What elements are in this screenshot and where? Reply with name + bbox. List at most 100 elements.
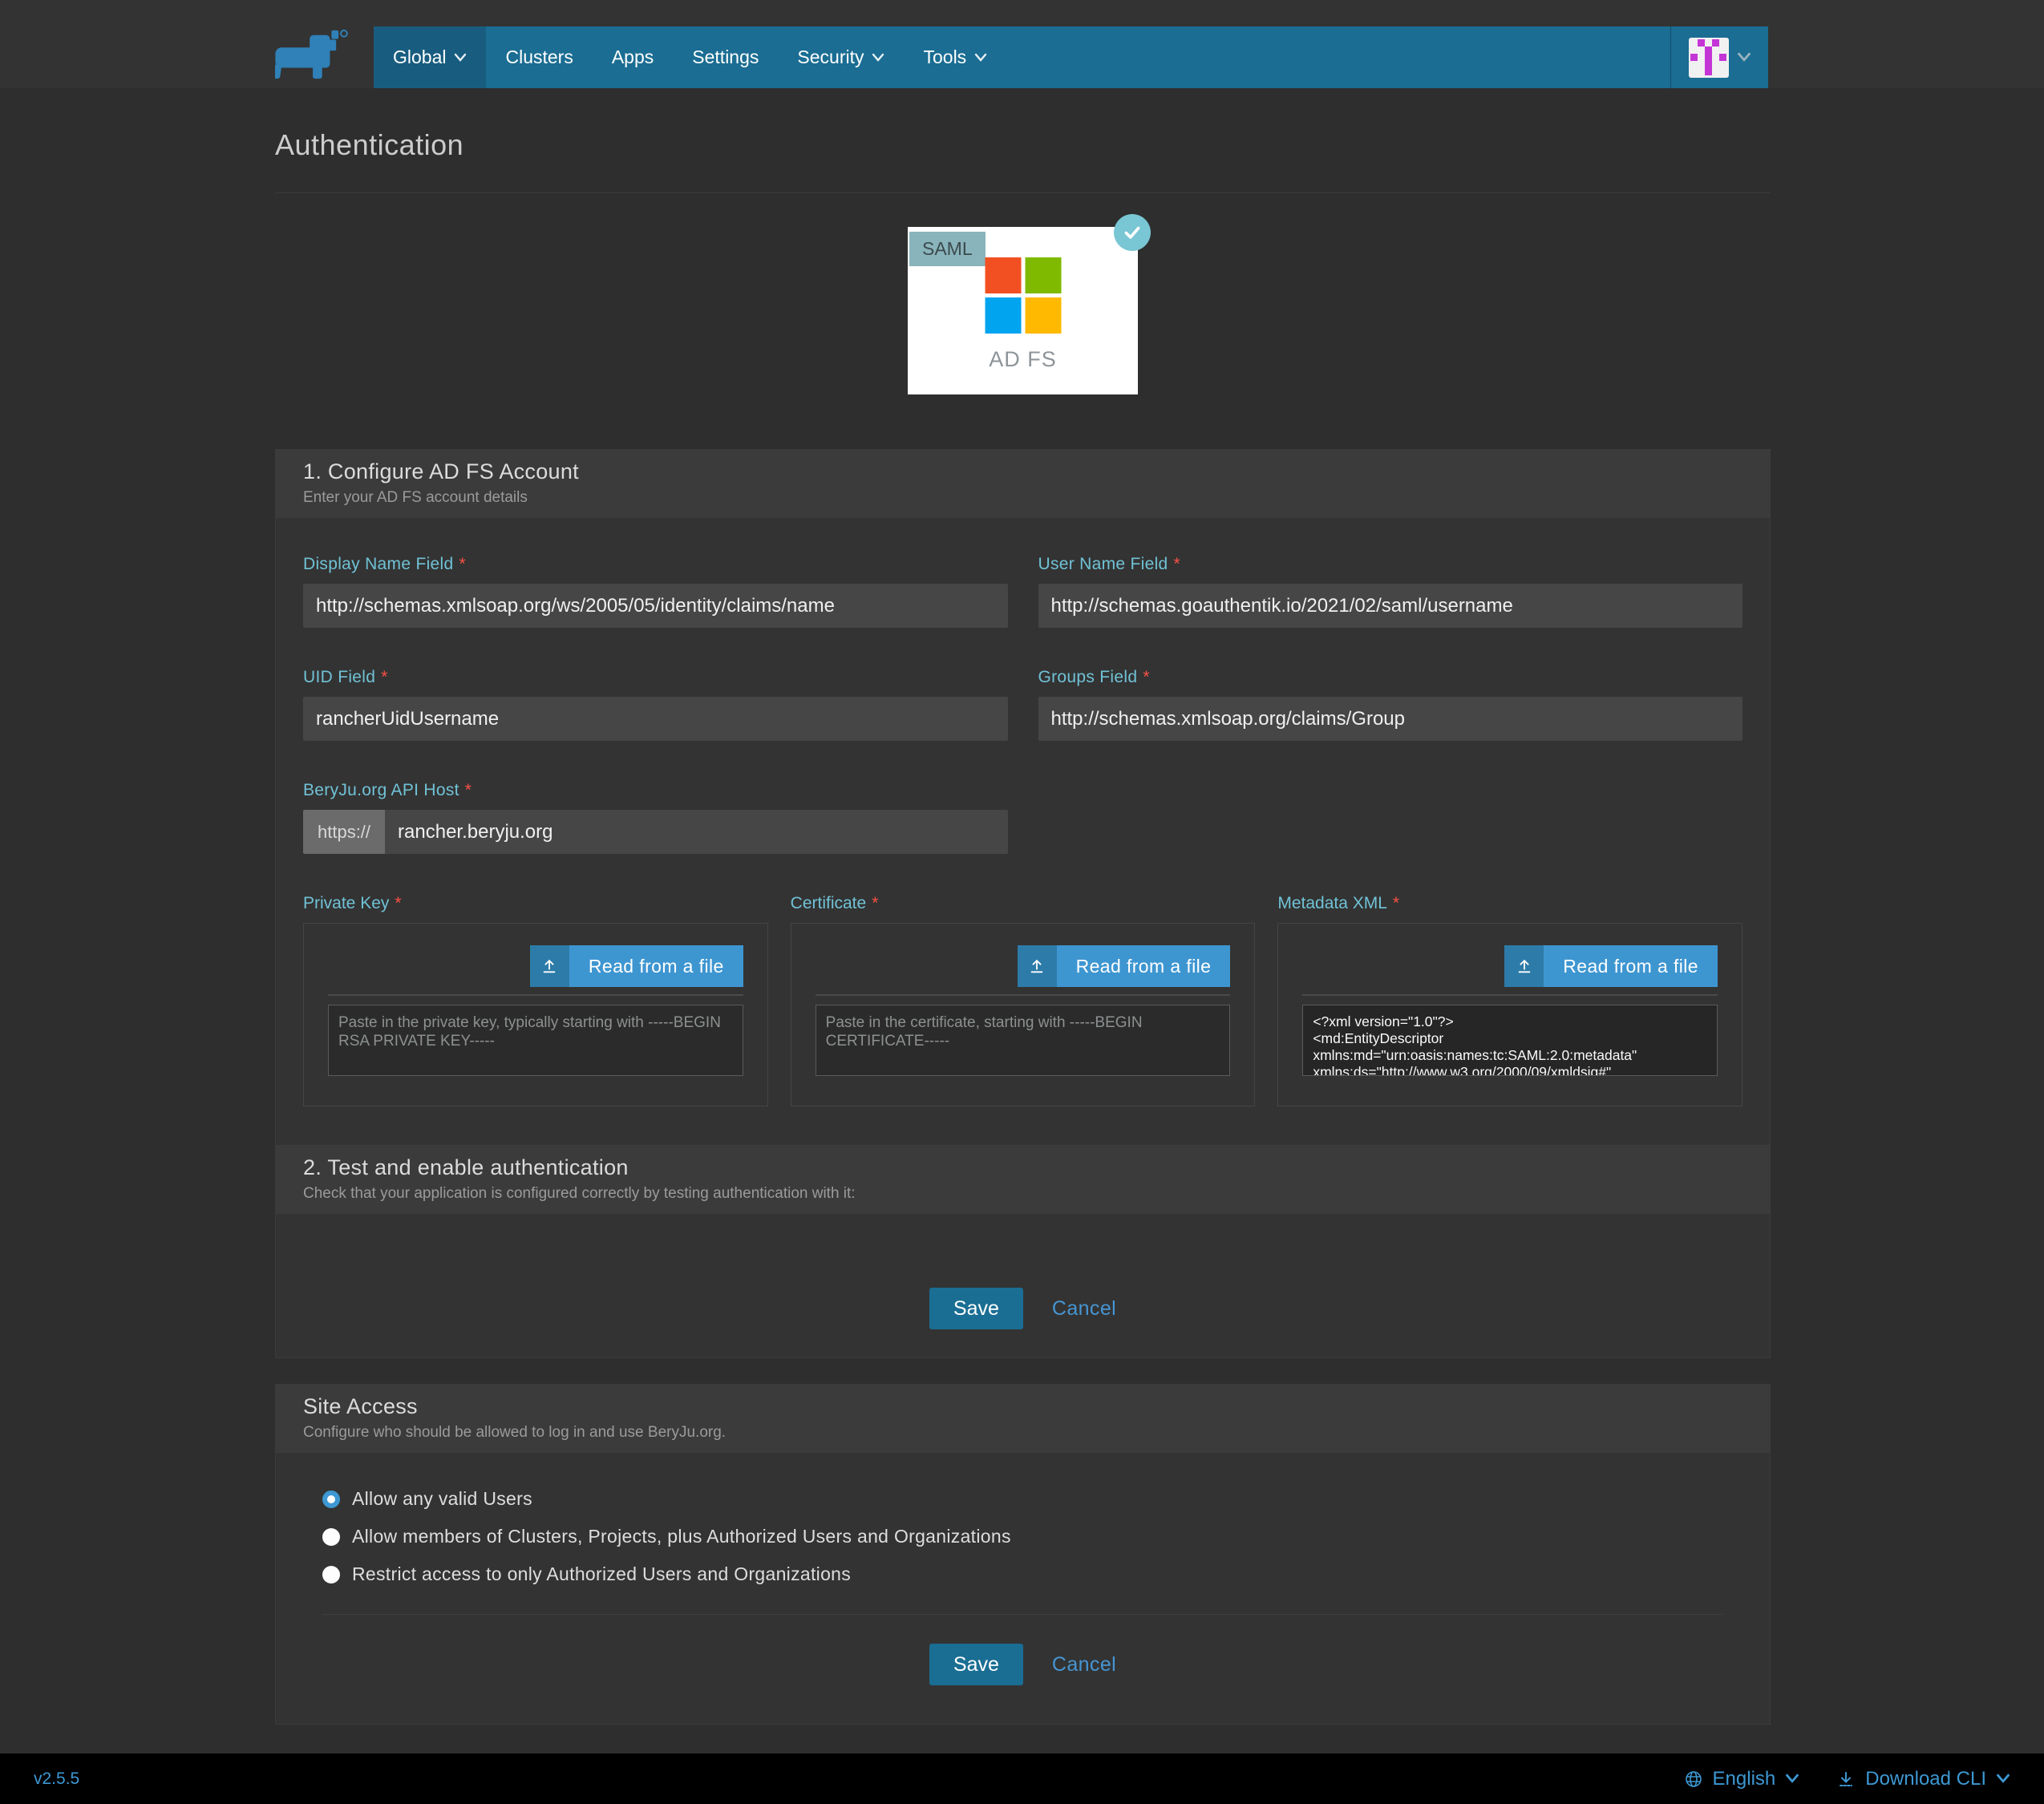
download-cli-menu[interactable]: Download CLI [1836,1768,2010,1790]
read-metadata-button[interactable]: Read from a file [1504,945,1718,987]
nav-item-settings[interactable]: Settings [673,26,778,88]
save-button[interactable]: Save [929,1288,1023,1329]
private-key-group: Private Key* Read from a file [303,894,768,1106]
required-marker: * [465,781,472,799]
read-private-key-button[interactable]: Read from a file [530,945,743,987]
read-button-label: Read from a file [1544,945,1718,987]
field-label: Metadata XML* [1277,894,1742,913]
chevron-down-icon [872,53,884,63]
chevron-down-icon [1737,52,1751,63]
radio-button [322,1528,340,1546]
field-api-host: BeryJu.org API Host* https:// [303,781,1008,854]
version-label: v2.5.5 [34,1770,79,1789]
certificate-textarea[interactable] [816,1005,1231,1076]
uid-field-input[interactable] [303,697,1008,741]
section-subtitle: Configure who should be allowed to log i… [303,1424,1742,1442]
save-button[interactable]: Save [929,1644,1023,1685]
radio-restrict-access[interactable]: Restrict access to only Authorized Users… [322,1563,1723,1585]
avatar [1689,38,1729,78]
nav-item-clusters[interactable]: Clusters [486,26,592,88]
section-title: 1. Configure AD FS Account [303,459,1742,484]
section-header: Site Access Configure who should be allo… [276,1385,1770,1453]
field-label: Groups Field* [1038,668,1743,687]
field-label: BeryJu.org API Host* [303,781,1008,800]
page-title: Authentication [275,128,463,162]
footer: v2.5.5 English Download CLI [0,1753,2044,1804]
nav-item-label: Clusters [505,47,573,68]
section-subtitle: Check that your application is configure… [303,1185,1742,1203]
user-name-field-input[interactable] [1038,584,1743,628]
api-host-input[interactable] [385,810,1007,854]
field-display-name: Display Name Field* [303,555,1008,628]
provider-card-area: SAML AD FS [275,227,1771,394]
test-authentication-section: 2. Test and enable authentication Check … [275,1145,1771,1358]
radio-label: Allow any valid Users [352,1488,532,1510]
field-user-name: User Name Field* [1038,555,1743,628]
radio-button [322,1491,340,1508]
chevron-down-icon [974,53,987,63]
radio-button [322,1566,340,1584]
radio-label: Restrict access to only Authorized Users… [352,1563,851,1585]
language-label: English [1713,1768,1776,1790]
nav-spacer [1006,26,1670,88]
rancher-logo[interactable] [275,27,354,83]
radio-allow-any-valid-users[interactable]: Allow any valid Users [322,1488,1723,1510]
saml-badge: SAML [909,232,986,266]
required-marker: * [1143,668,1149,686]
radio-allow-members[interactable]: Allow members of Clusters, Projects, plu… [322,1526,1723,1547]
metadata-xml-textarea[interactable]: <?xml version="1.0"?> <md:EntityDescript… [1302,1005,1718,1076]
groups-field-input[interactable] [1038,697,1743,741]
upload-icon [1504,945,1544,987]
chevron-down-icon [454,53,467,63]
required-marker: * [1393,894,1399,912]
nav-item-apps[interactable]: Apps [593,26,673,88]
globe-icon [1684,1770,1703,1789]
required-marker: * [872,894,878,912]
metadata-xml-group: Metadata XML* Read from a file <?xml ver… [1277,894,1742,1106]
provider-card-adfs[interactable]: SAML AD FS [908,227,1138,394]
microsoft-logo [985,257,1061,334]
configure-account-section: 1. Configure AD FS Account Enter your AD… [275,449,1771,1159]
field-label: Private Key* [303,894,768,913]
nav-item-label: Apps [612,47,654,68]
section-header: 2. Test and enable authentication Check … [276,1146,1770,1214]
nav-item-security[interactable]: Security [778,26,904,88]
section-header: 1. Configure AD FS Account Enter your AD… [276,450,1770,518]
required-marker: * [1174,555,1180,573]
nav-item-tools[interactable]: Tools [904,26,1006,88]
field-label: UID Field* [303,668,1008,687]
download-icon [1836,1770,1856,1789]
nav-item-label: Security [797,47,864,68]
cancel-link[interactable]: Cancel [1052,1653,1116,1677]
https-prefix: https:// [303,810,385,854]
language-selector[interactable]: English [1684,1768,1800,1790]
nav-item-label: Tools [923,47,966,68]
nav-item-global[interactable]: Global [374,26,486,88]
cancel-link[interactable]: Cancel [1052,1297,1116,1321]
selected-check-icon [1114,214,1151,251]
metadata-xml-panel: Read from a file <?xml version="1.0"?> <… [1277,923,1742,1106]
required-marker: * [395,894,401,912]
field-label: Display Name Field* [303,555,1008,574]
user-menu-button[interactable] [1670,26,1768,88]
private-key-panel: Read from a file [303,923,768,1106]
title-divider [275,192,1771,193]
display-name-field-input[interactable] [303,584,1008,628]
divider [322,1614,1723,1615]
section-title: Site Access [303,1394,1742,1419]
read-button-label: Read from a file [1057,945,1231,987]
main-navbar: Global Clusters Apps Settings Security T… [374,26,1768,88]
required-marker: * [381,668,387,686]
download-cli-label: Download CLI [1865,1768,1986,1790]
provider-name: AD FS [908,347,1138,372]
chevron-down-icon [1785,1774,1799,1784]
upload-icon [1018,945,1057,987]
private-key-textarea[interactable] [328,1005,743,1076]
chevron-down-icon [1996,1774,2010,1784]
section-body: Allow any valid Users Allow members of C… [276,1453,1770,1724]
divider [328,994,743,996]
site-access-section: Site Access Configure who should be allo… [275,1384,1771,1725]
section-body: Display Name Field* User Name Field* UID… [276,518,1770,1158]
divider [1302,994,1718,996]
read-certificate-button[interactable]: Read from a file [1018,945,1231,987]
